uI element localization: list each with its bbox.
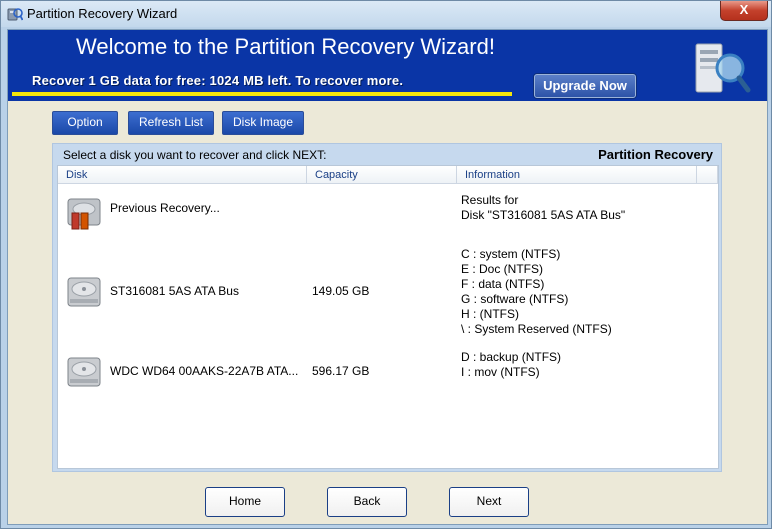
free-quota-text: Recover 1 GB data for free: 1024 MB left… xyxy=(32,73,404,88)
disk-row[interactable]: Previous Recovery... Results for Disk "S… xyxy=(58,188,718,238)
disk-name: Previous Recovery... xyxy=(110,201,220,215)
disk-capacity: 149.05 GB xyxy=(312,284,370,298)
info-line: I : mov (NTFS) xyxy=(461,365,540,379)
disk-information: C : system (NTFS) E : Doc (NTFS) F : dat… xyxy=(461,247,612,337)
disk-image-button[interactable]: Disk Image xyxy=(222,111,304,135)
back-button[interactable]: Back xyxy=(327,487,407,517)
previous-recovery-icon xyxy=(67,198,101,230)
column-header-capacity[interactable]: Capacity xyxy=(307,166,457,184)
close-button[interactable]: X xyxy=(720,1,768,21)
info-line: \ : System Reserved (NTFS) xyxy=(461,322,612,336)
app-icon xyxy=(7,8,23,21)
hard-disk-icon xyxy=(67,357,101,387)
disk-row[interactable]: WDC WD64 00AAKS-22A7B ATA... 596.17 GB D… xyxy=(58,346,718,396)
info-line: C : system (NTFS) xyxy=(461,247,561,261)
info-line: H : (NTFS) xyxy=(461,307,519,321)
column-header-spacer xyxy=(697,166,718,184)
disk-capacity: 596.17 GB xyxy=(312,364,370,378)
disk-list[interactable]: Disk Capacity Information Previous Recov… xyxy=(57,165,719,469)
quota-underline xyxy=(12,92,512,96)
home-button[interactable]: Home xyxy=(205,487,285,517)
panel-instruction: Select a disk you want to recover and cl… xyxy=(63,148,327,162)
info-line: Disk "ST316081 5AS ATA Bus" xyxy=(461,208,626,222)
disk-name: ST316081 5AS ATA Bus xyxy=(110,284,239,298)
upgrade-now-button[interactable]: Upgrade Now xyxy=(534,74,636,98)
disk-row[interactable]: ST316081 5AS ATA Bus 149.05 GB C : syste… xyxy=(58,244,718,340)
welcome-banner: Welcome to the Partition Recovery Wizard… xyxy=(8,30,767,101)
info-line: G : software (NTFS) xyxy=(461,292,569,306)
refresh-list-button[interactable]: Refresh List xyxy=(128,111,214,135)
disk-information: Results for Disk "ST316081 5AS ATA Bus" xyxy=(461,193,625,223)
welcome-heading: Welcome to the Partition Recovery Wizard… xyxy=(76,34,495,59)
info-line: D : backup (NTFS) xyxy=(461,350,562,364)
window-title: Partition Recovery Wizard xyxy=(27,6,178,21)
disk-selection-panel: Select a disk you want to recover and cl… xyxy=(52,143,722,472)
disk-information: D : backup (NTFS) I : mov (NTFS) xyxy=(461,350,561,380)
option-button[interactable]: Option xyxy=(52,111,118,135)
app-window: Partition Recovery Wizard X Welcome to t… xyxy=(0,0,772,529)
wizard-body: Welcome to the Partition Recovery Wizard… xyxy=(7,29,768,525)
next-button[interactable]: Next xyxy=(449,487,529,517)
info-line: F : data (NTFS) xyxy=(461,277,545,291)
panel-title: Partition Recovery xyxy=(598,147,713,162)
title-bar[interactable]: Partition Recovery Wizard X xyxy=(1,1,771,27)
server-search-icon xyxy=(695,43,751,93)
disk-name: WDC WD64 00AAKS-22A7B ATA... xyxy=(110,364,299,378)
hard-disk-icon xyxy=(67,277,101,307)
close-icon: X xyxy=(739,2,749,17)
column-header-disk[interactable]: Disk xyxy=(58,166,307,184)
info-line: Results for xyxy=(461,193,519,207)
column-header-information[interactable]: Information xyxy=(457,166,697,184)
info-line: E : Doc (NTFS) xyxy=(461,262,544,276)
